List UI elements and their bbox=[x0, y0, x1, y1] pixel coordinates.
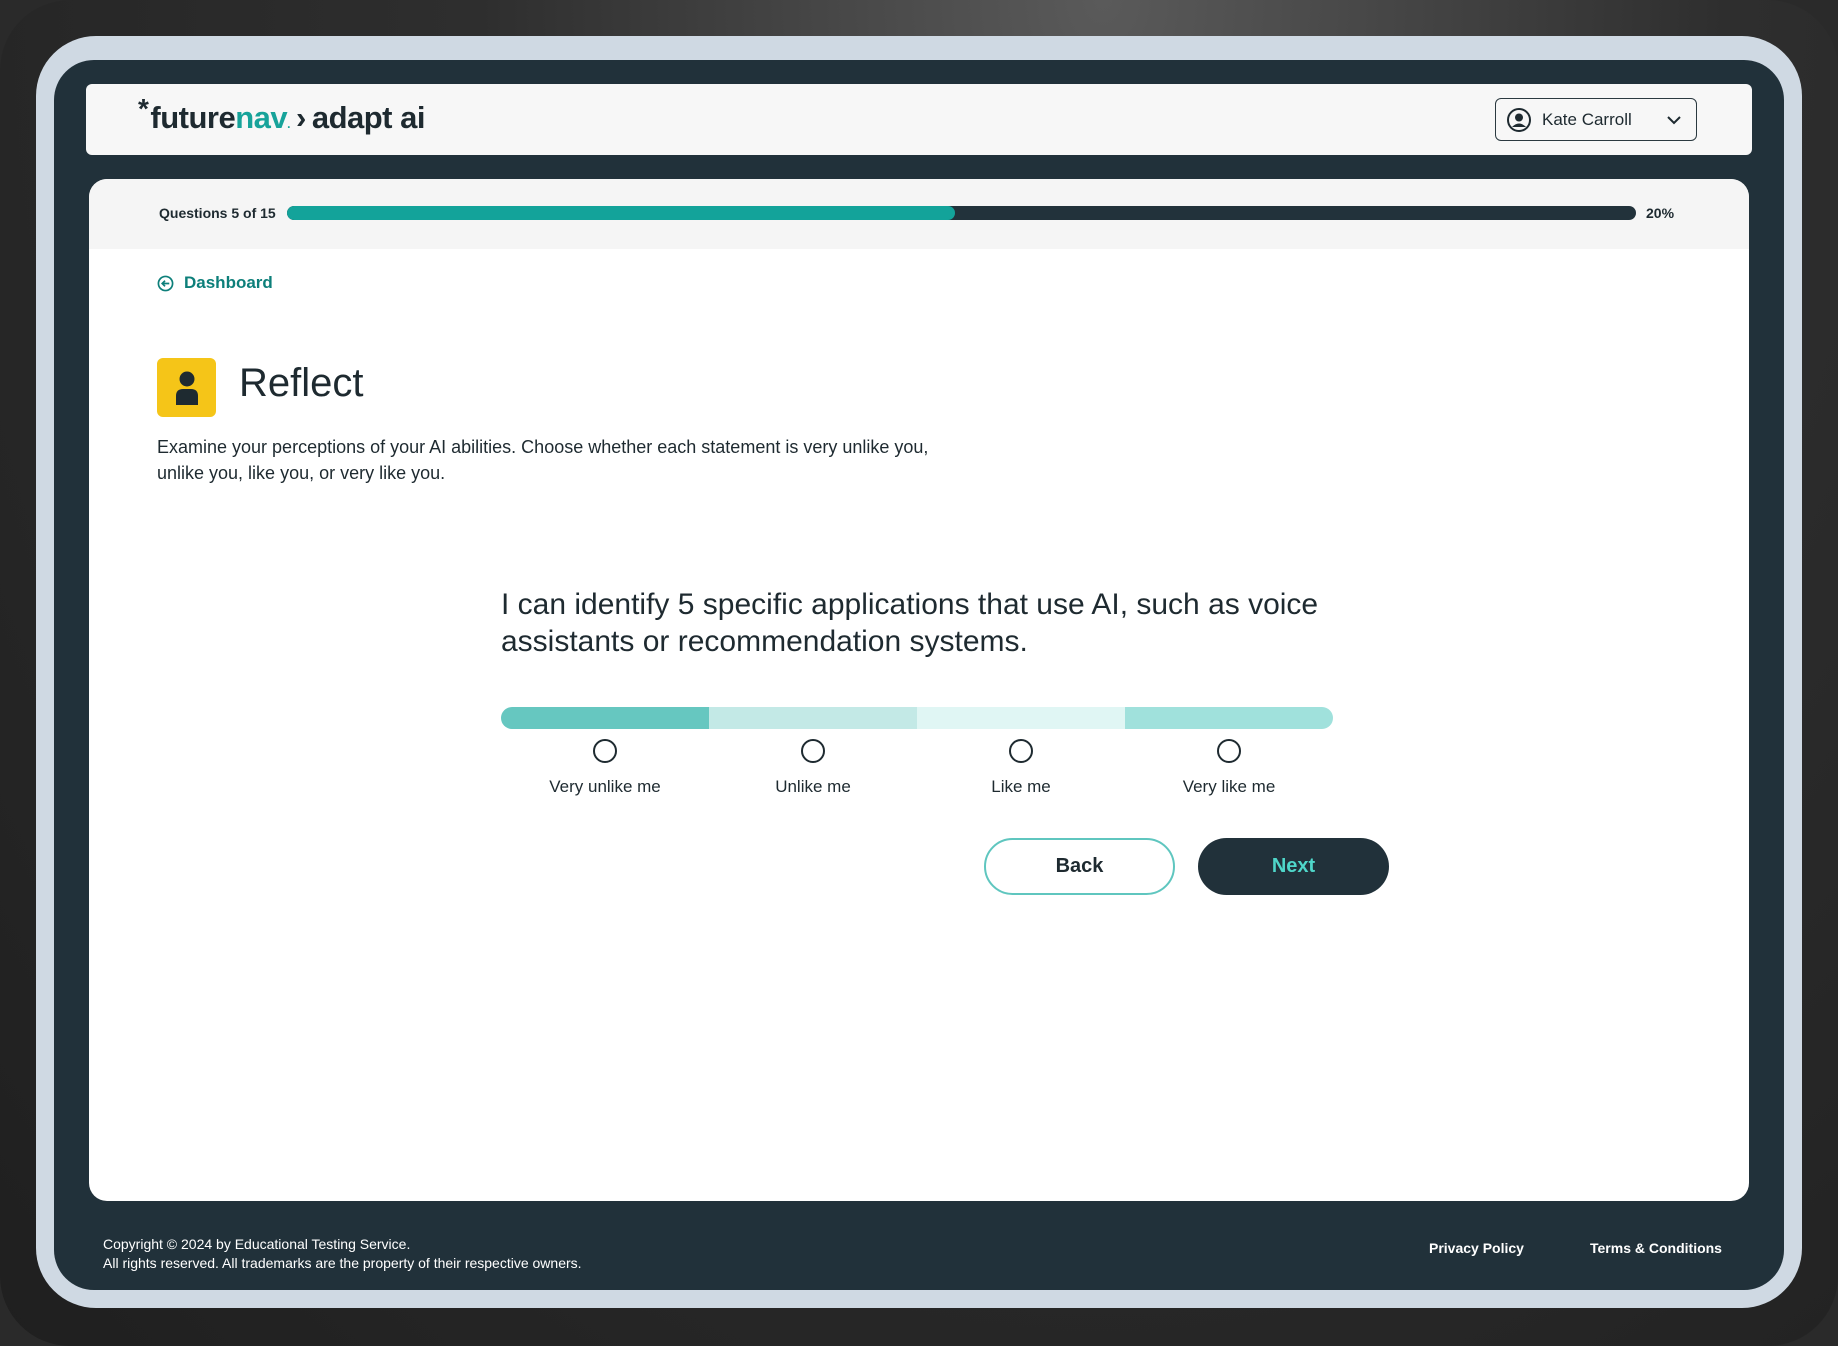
user-menu-button[interactable]: Kate Carroll bbox=[1495, 98, 1697, 141]
scale-segment bbox=[709, 707, 917, 729]
dashboard-link-label: Dashboard bbox=[184, 273, 273, 292]
progress-bar bbox=[287, 206, 1636, 220]
user-circle-icon bbox=[1507, 107, 1531, 132]
brand-logo[interactable]: *futurenav. › adapt ai bbox=[138, 93, 426, 136]
option-label: Very unlike me bbox=[549, 777, 661, 796]
rights-line: All rights reserved. All trademarks are … bbox=[103, 1255, 582, 1271]
chevron-down-icon bbox=[1667, 115, 1681, 124]
radio-button[interactable] bbox=[801, 739, 825, 763]
question-counter: Questions 5 of 15 bbox=[159, 205, 276, 221]
asterisk-icon: * bbox=[138, 93, 149, 124]
top-bar: *futurenav. › adapt ai Kate Carroll bbox=[86, 84, 1752, 155]
option-label: Very like me bbox=[1182, 777, 1276, 796]
footer-copyright: Copyright © 2024 by Educational Testing … bbox=[103, 1235, 582, 1273]
arrow-left-circle-icon bbox=[157, 275, 174, 291]
progress-strip: Questions 5 of 15 20% bbox=[89, 179, 1749, 249]
option-very-like-me[interactable]: Very like me bbox=[1125, 739, 1333, 797]
option-very-unlike-me[interactable]: Very unlike me bbox=[501, 739, 709, 797]
scale-segment bbox=[917, 707, 1125, 729]
main-card: Questions 5 of 15 20% Dashboard Reflect … bbox=[89, 179, 1749, 1201]
radio-button[interactable] bbox=[1009, 739, 1033, 763]
logo-product: adapt ai bbox=[311, 100, 426, 135]
progress-bar-fill bbox=[287, 206, 955, 220]
scale-segment bbox=[1125, 707, 1333, 729]
dashboard-link[interactable]: Dashboard bbox=[157, 273, 273, 293]
logo-prefix: future bbox=[150, 100, 236, 135]
terms-conditions-link[interactable]: Terms & Conditions bbox=[1590, 1240, 1722, 1256]
logo-dot: . bbox=[287, 117, 290, 131]
likert-scale-bar bbox=[501, 707, 1333, 729]
device-frame: *futurenav. › adapt ai Kate Carroll Questi… bbox=[0, 0, 1838, 1346]
option-label: Unlike me bbox=[775, 777, 851, 796]
section-title: Reflect bbox=[239, 361, 364, 405]
radio-button[interactable] bbox=[1217, 739, 1241, 763]
section-instructions: Examine your perceptions of your AI abil… bbox=[157, 437, 929, 483]
next-button[interactable]: Next bbox=[1198, 838, 1389, 895]
user-name: Kate Carroll bbox=[1542, 109, 1632, 129]
logo-separator: › bbox=[296, 100, 306, 135]
question-text: I can identify 5 specific applications t… bbox=[501, 588, 1319, 658]
app-screen: *futurenav. › adapt ai Kate Carroll Questi… bbox=[54, 60, 1784, 1290]
likert-options: Very unlike me Unlike me Like me Very li… bbox=[501, 739, 1333, 797]
option-like-me[interactable]: Like me bbox=[917, 739, 1125, 797]
option-unlike-me[interactable]: Unlike me bbox=[709, 739, 917, 797]
logo-accent: nav bbox=[235, 100, 288, 135]
copyright-line: Copyright © 2024 by Educational Testing … bbox=[103, 1236, 411, 1252]
person-icon bbox=[157, 358, 216, 417]
option-label: Like me bbox=[991, 777, 1051, 796]
privacy-policy-link[interactable]: Privacy Policy bbox=[1429, 1240, 1524, 1256]
radio-button[interactable] bbox=[593, 739, 617, 763]
back-button[interactable]: Back bbox=[984, 838, 1175, 895]
scale-segment bbox=[501, 707, 709, 729]
progress-percent: 20% bbox=[1646, 205, 1675, 221]
